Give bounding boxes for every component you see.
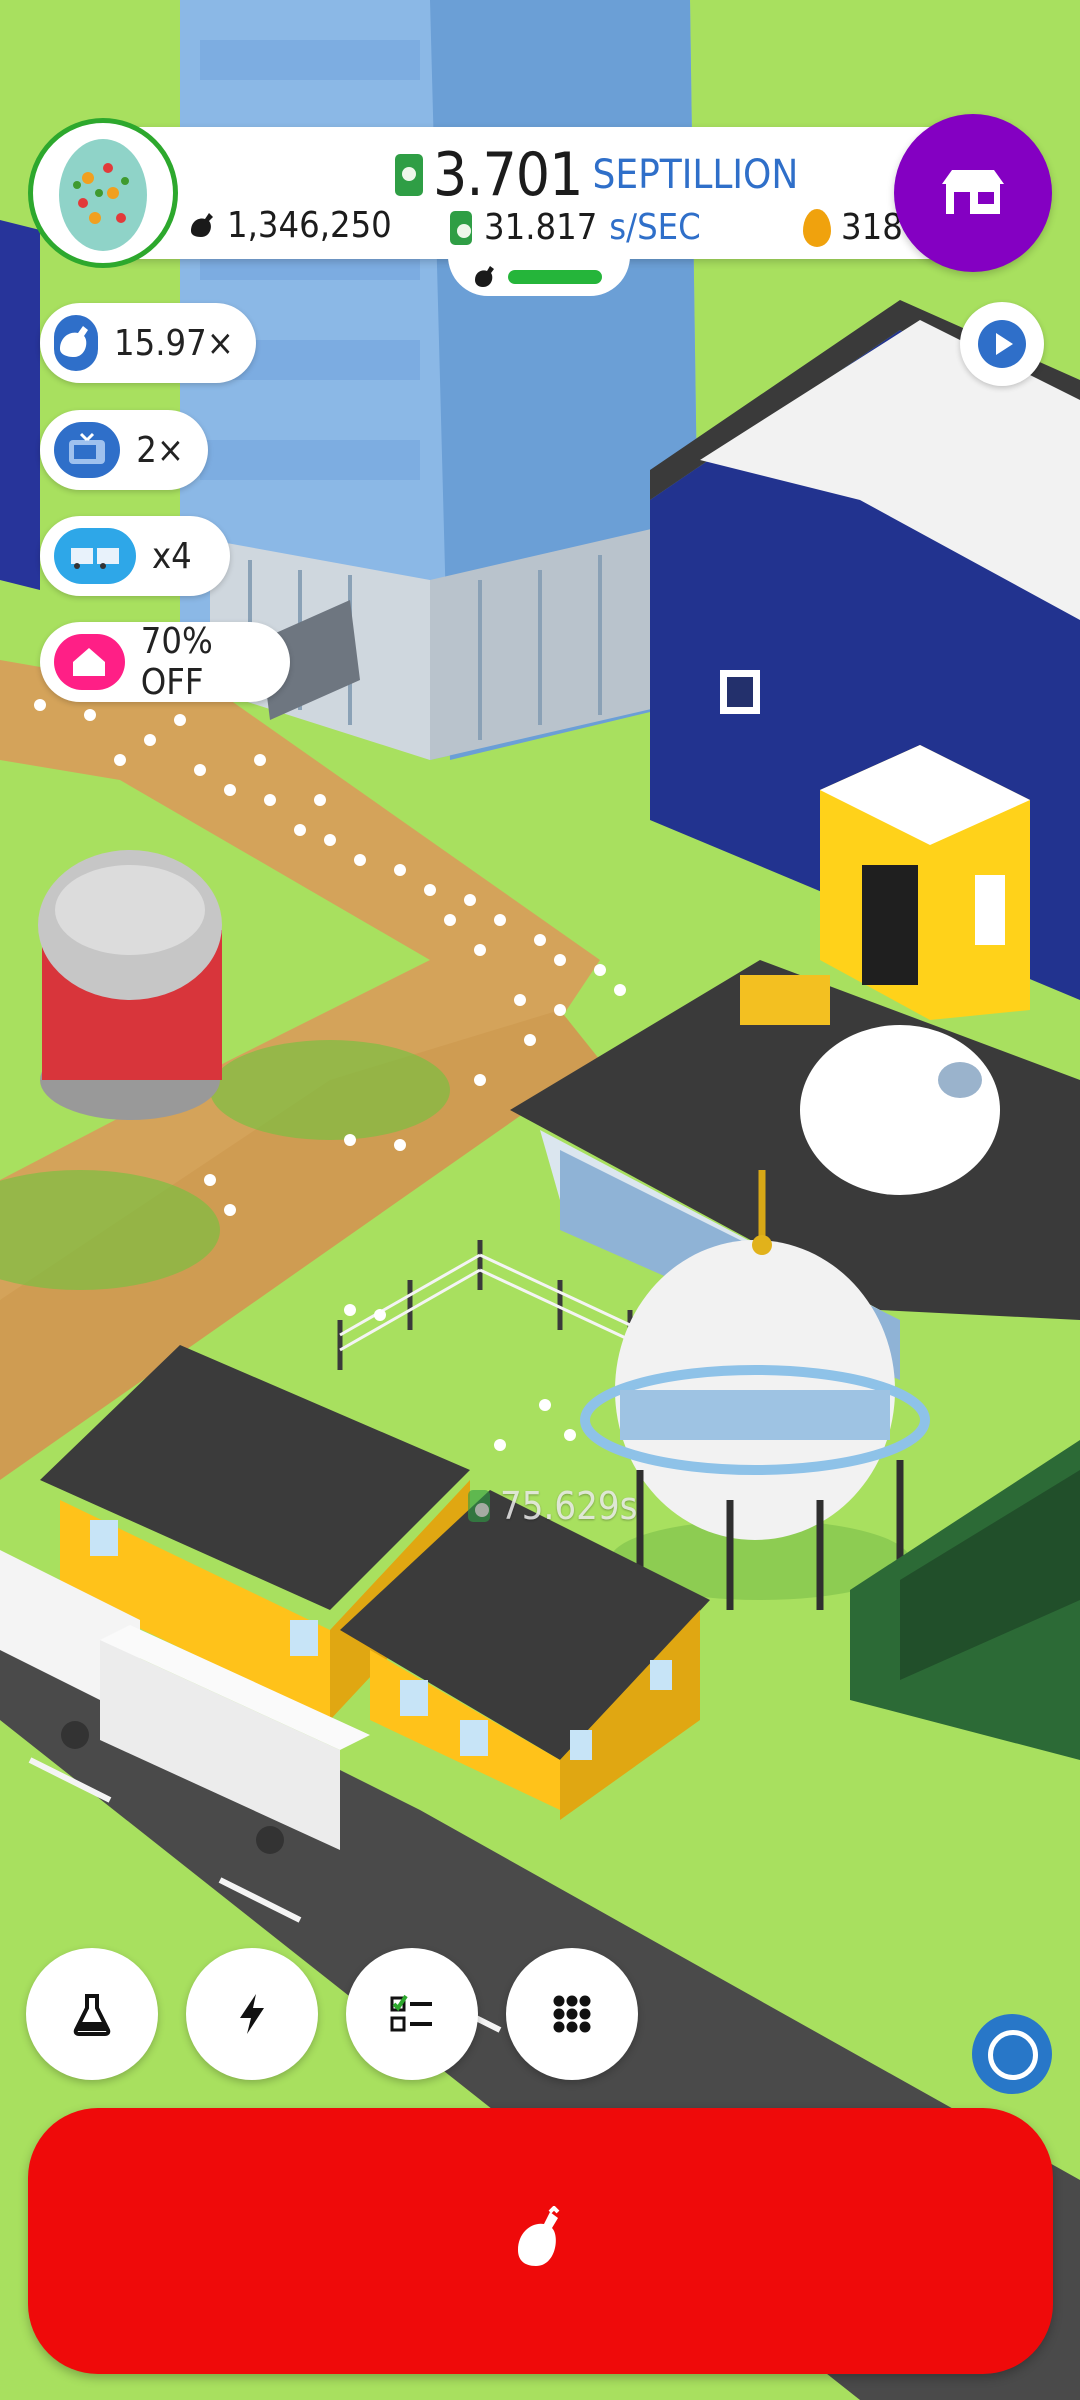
video-double-boost[interactable]: 2× [40, 410, 208, 490]
discount-value: 70% OFF [140, 621, 213, 703]
shipping-boost[interactable]: x4 [40, 516, 230, 596]
cash-icon [450, 210, 472, 245]
cash-icon [468, 1490, 490, 1522]
chicken-multiplier-value: 15.97× [114, 322, 234, 364]
chicken-icon [54, 315, 98, 371]
grid-icon [553, 1995, 591, 2033]
shop-icon [942, 170, 1004, 214]
checklist-icon [390, 1994, 432, 2032]
house-icon [54, 634, 125, 690]
lightning-icon [240, 1994, 264, 2034]
current-egg-button[interactable] [28, 118, 178, 268]
missions-button[interactable] [346, 1948, 478, 2080]
cash-display: 3.701 SEPTILLION [395, 140, 798, 210]
shop-button[interactable] [894, 114, 1052, 272]
trucks-icon [54, 528, 136, 584]
chicken-count: 1,346,250 [185, 205, 392, 246]
income-rate-value: 31.817 [484, 207, 598, 248]
income-rate: 31.817 s/SEC [450, 207, 701, 248]
chicken-count-value: 1,346,250 [227, 205, 392, 246]
cash-value: 3.701 [433, 140, 583, 210]
income-rate-unit: s/SEC [609, 207, 701, 248]
chicken-icon [191, 212, 213, 237]
discount-boost[interactable]: 70% OFF [40, 621, 290, 703]
video-double-value: 2× [136, 429, 184, 471]
menu-button[interactable] [506, 1948, 638, 2080]
floating-earnings-value: 75.629s [500, 1484, 638, 1528]
center-view-button[interactable] [972, 2014, 1052, 2094]
shipping-boost-value: x4 [152, 535, 192, 577]
chicken-multiplier-boost[interactable]: 15.97× [40, 303, 256, 383]
cash-icon [395, 154, 423, 196]
chicken-icon [518, 2206, 560, 2266]
boosts-button[interactable] [186, 1948, 318, 2080]
egg-icon [59, 139, 147, 251]
play-icon [978, 320, 1026, 368]
floating-earnings: 75.629s [468, 1484, 637, 1528]
cash-unit: SEPTILLION [592, 152, 799, 198]
research-button[interactable] [26, 1948, 158, 2080]
golden-egg-icon [803, 208, 831, 247]
lab-icon [73, 1994, 111, 2036]
golden-egg-count: 318 [803, 207, 903, 248]
chick-icon [475, 266, 494, 287]
hatchery-progress-bar [508, 270, 602, 284]
tv-icon [54, 422, 121, 478]
play-video-button[interactable] [960, 302, 1044, 386]
hatch-chicken-button[interactable] [28, 2108, 1053, 2374]
